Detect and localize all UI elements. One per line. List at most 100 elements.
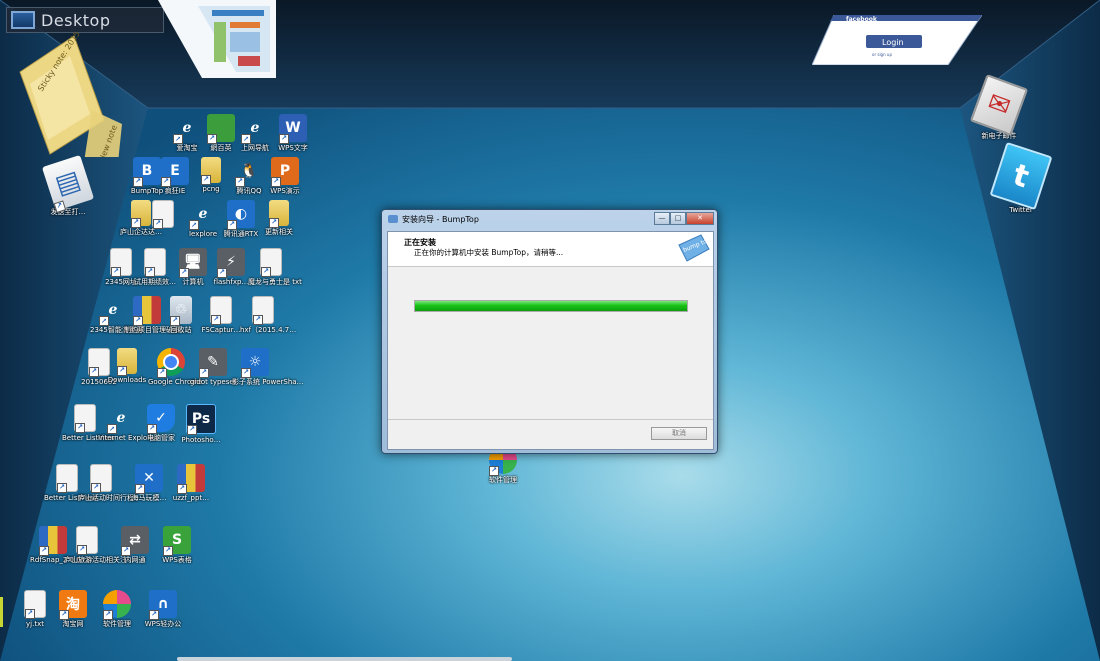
document-icon: ↗: [260, 248, 282, 277]
document-icon: ↗: [74, 404, 96, 433]
dialog-body: 正在安装 正在你的计算机中安装 BumpTop，请稍等... bump top …: [387, 231, 714, 450]
progress-fill: [415, 301, 687, 311]
desktop-icon-label: 内网通: [124, 556, 146, 564]
desktop-switcher[interactable]: Desktop: [6, 7, 164, 33]
desktop-icon-update[interactable]: ↗ 更新相关: [256, 200, 302, 236]
shortcut-arrow-icon: ↗: [57, 483, 67, 493]
desktop-icon-lushan-schedule[interactable]: ↗ 庐山活动时间行程…: [78, 464, 141, 502]
desktop-icon-gidot[interactable]: ✎ ↗ gidot typeset…: [190, 348, 244, 386]
shortcut-arrow-icon: ↗: [121, 546, 131, 556]
desktop-icon-fscapture[interactable]: ↗ FSCaptur…: [198, 296, 244, 334]
monitor-icon: [11, 11, 35, 29]
document-icon: ↗: [110, 248, 132, 277]
desktop-icon-label: 发送至打…: [50, 208, 86, 216]
blue-icon: E ↗: [161, 157, 189, 187]
dialog-subheading: 正在你的计算机中安装 BumpTop，请稍等...: [414, 248, 564, 257]
desktop-icon-uzzf[interactable]: ↗ uzzf_ppt…: [168, 464, 214, 502]
shortcut-arrow-icon: ↗: [235, 177, 245, 187]
ps-icon: Ps ↗: [186, 404, 216, 435]
desktop-label-text: Desktop: [41, 10, 111, 30]
desktop-icon-label: WPS演示: [270, 187, 300, 195]
desktop-icon-label: Twitter: [1009, 206, 1033, 214]
desktop-icon-twitter[interactable]: t Twitter: [989, 141, 1053, 214]
desktop-icon-chrome[interactable]: ↗ Google Chrome: [148, 348, 202, 386]
desktop-icon-intranet[interactable]: ⇄ ↗ 内网通: [112, 526, 158, 564]
shortcut-arrow-icon: ↗: [145, 267, 155, 277]
shortcut-arrow-icon: ↗: [199, 368, 209, 378]
maximize-button[interactable]: □: [670, 212, 686, 225]
desktop-icon-taobao[interactable]: 淘 ↗ 淘宝网: [50, 590, 96, 628]
shortcut-arrow-icon: ↗: [147, 424, 157, 434]
shortcut-arrow-icon: ↗: [177, 484, 187, 494]
wps-s-icon: S ↗: [163, 526, 191, 556]
shortcut-arrow-icon: ↗: [161, 177, 171, 187]
desktop-icon-photoshop[interactable]: Ps ↗ Photosho…: [178, 404, 224, 444]
shortcut-arrow-icon: ↗: [149, 610, 159, 620]
internet-explorer-icon: e ↗: [189, 200, 217, 230]
blue-icon: ◐ ↗: [227, 200, 255, 230]
shortcut-arrow-icon: ↗: [179, 268, 189, 278]
shortcut-arrow-icon: ↗: [133, 316, 143, 326]
desktop-icon-wps-word[interactable]: W ↗ WPS文字: [270, 114, 316, 152]
desktop-icon-label: 海马玩模…: [131, 494, 167, 502]
bumptop-logo-icon: bump top: [678, 234, 711, 262]
taobao-icon: 淘 ↗: [59, 590, 87, 620]
desktop-icon-lushan-note[interactable]: ↗ 庐山旅游活动相关注…: [64, 526, 134, 564]
shortcut-arrow-icon: ↗: [153, 219, 163, 229]
facebook-brand: facebook: [846, 16, 878, 23]
desktop-icon-label: Downloads: [107, 376, 147, 384]
desktop-icon-label: WPS表格: [162, 556, 192, 564]
folder-icon: ↗: [117, 348, 137, 376]
desktop-icon-software-mgr[interactable]: ↗ 软件管理: [94, 590, 140, 628]
desktop-icon-label: WPS轻办公: [144, 620, 182, 628]
dialog-footer-divider: [388, 419, 713, 420]
document-icon: ↗: [252, 296, 274, 325]
document-icon: ↗: [90, 464, 112, 493]
desktop-icon-wps-ppt[interactable]: P ↗ WPS演示: [262, 157, 308, 195]
twitter-icon: t: [989, 141, 1053, 211]
document-icon: ↗: [144, 248, 166, 277]
install-progress-bar: [414, 300, 688, 312]
pinned-webpage-thumbnail[interactable]: [158, 0, 276, 78]
shortcut-arrow-icon: ↗: [253, 315, 263, 325]
desktop-icon-hxf[interactable]: ↗ hxf（2015.4.7…: [240, 296, 296, 334]
shortcut-arrow-icon: ↗: [103, 610, 113, 620]
minimize-button[interactable]: —: [654, 212, 670, 225]
desktop-icon-label: 软件管理: [489, 476, 517, 484]
desktop-icon-wps-sheet[interactable]: S ↗ WPS表格: [154, 526, 200, 564]
desktop-icon-label: gidot typeset…: [190, 378, 244, 386]
gray-icon: ⚡ ↗: [217, 248, 245, 278]
dialog-header: 正在安装 正在你的计算机中安装 BumpTop，请稍等... bump top: [388, 232, 713, 267]
shortcut-arrow-icon: ↗: [163, 546, 173, 556]
shortcut-arrow-icon: ↗: [241, 368, 251, 378]
mail-icon: ✉: [969, 73, 1029, 137]
document-icon: ↗: [210, 296, 232, 325]
desktop-icon-haima[interactable]: ✕ ↗ 海马玩模…: [126, 464, 172, 502]
document-icon: ↗: [24, 590, 46, 619]
desktop-icon-label: 庐山活动时间行程…: [78, 494, 141, 502]
desktop-icon-downloads[interactable]: ↗ Downloads: [104, 348, 150, 384]
folder-icon: ↗: [269, 200, 289, 228]
internet-explorer-icon: e ↗: [107, 404, 135, 434]
shortcut-arrow-icon: ↗: [489, 466, 499, 476]
desktop-icon-wps-office[interactable]: ∩ ↗ WPS轻办公: [140, 590, 186, 628]
shortcut-arrow-icon: ↗: [261, 267, 271, 277]
desktop-icon-new-mail[interactable]: ✉ 新电子邮件: [969, 73, 1029, 140]
shortcut-arrow-icon: ↗: [269, 218, 279, 228]
facebook-widget[interactable]: facebook Login or sign up: [812, 15, 982, 65]
shortcut-arrow-icon: ↗: [89, 367, 99, 377]
desktop-icon-send-to[interactable]: ▤ ↗ 发送至打…: [41, 154, 95, 216]
bumptop-install-dialog[interactable]: 安装向导 - BumpTop — □ ✕ 正在安装 正在你的计算机中安装 Bum…: [381, 209, 718, 454]
gray-icon: ▤ ↗: [41, 154, 95, 213]
sticky-note-widget[interactable]: Sticky note: 2015 new notes New note: [12, 32, 127, 157]
green-icon: ↗: [207, 114, 235, 144]
desktop-scrollbar[interactable]: [177, 657, 512, 661]
close-button[interactable]: ✕: [686, 212, 714, 225]
shield-icon: ✓ ↗: [147, 404, 175, 434]
shortcut-arrow-icon: ↗: [157, 368, 167, 378]
desktop-icon-yingzi[interactable]: ☼ ↗ 影子系统 PowerSha…: [232, 348, 304, 386]
shortcut-arrow-icon: ↗: [91, 483, 101, 493]
desktop-icon-mojian[interactable]: ↗ 魔龙与勇士是 txt: [248, 248, 302, 286]
cancel-button[interactable]: 取消: [651, 427, 707, 440]
shortcut-arrow-icon: ↗: [107, 424, 117, 434]
